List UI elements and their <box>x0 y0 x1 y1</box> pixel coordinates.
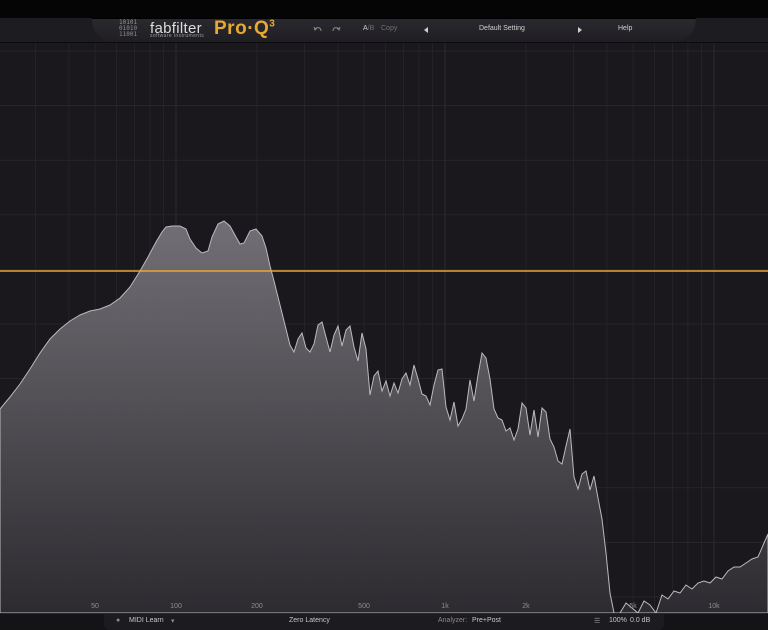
zoom-level[interactable]: 100% <box>609 617 627 624</box>
output-gain[interactable]: 0.0 dB <box>630 617 650 624</box>
ab-toggle-button[interactable]: A/B <box>363 25 374 32</box>
redo-icon[interactable] <box>331 25 341 33</box>
preset-next-icon[interactable] <box>578 27 582 33</box>
copy-button[interactable]: Copy <box>381 25 397 32</box>
freq-tick-label: 50 <box>91 603 99 610</box>
midi-learn-button[interactable]: MIDI Learn <box>129 617 164 624</box>
freq-tick-label: 5k <box>629 603 637 610</box>
freq-tick-label: 2k <box>522 603 530 610</box>
freq-tick-label: 500 <box>358 603 370 610</box>
analyzer-mode-button[interactable]: Pre+Post <box>472 617 501 624</box>
freq-tick-label: 100 <box>170 603 182 610</box>
help-button[interactable]: Help <box>618 25 632 32</box>
brand-subtitle: software instruments <box>150 33 205 39</box>
preset-name[interactable]: Default Setting <box>479 25 525 32</box>
fabfilter-logo-icon: 10101 01010 11001 <box>119 19 138 38</box>
spectrum-analyzer-fill <box>0 220 768 613</box>
analyzer-label: Analyzer: <box>438 617 468 624</box>
freq-tick-label: 10k <box>708 603 720 610</box>
midi-icon[interactable]: ● <box>116 617 120 624</box>
preset-prev-icon[interactable] <box>424 27 428 33</box>
latency-mode-button[interactable]: Zero Latency <box>289 617 330 624</box>
settings-icon[interactable]: ☰ <box>594 617 600 625</box>
freq-tick-label: 200 <box>251 603 263 610</box>
window-top-strip <box>0 0 768 18</box>
midi-dropdown-chevron-icon[interactable]: ▾ <box>171 617 175 625</box>
footer-plate <box>104 614 664 630</box>
freq-tick-label: 1k <box>441 603 449 610</box>
product-logo: Pro·Q3 <box>214 18 276 39</box>
undo-icon[interactable] <box>313 25 323 33</box>
spectrum-svg[interactable] <box>0 43 768 613</box>
spectrum-display[interactable] <box>0 43 768 613</box>
